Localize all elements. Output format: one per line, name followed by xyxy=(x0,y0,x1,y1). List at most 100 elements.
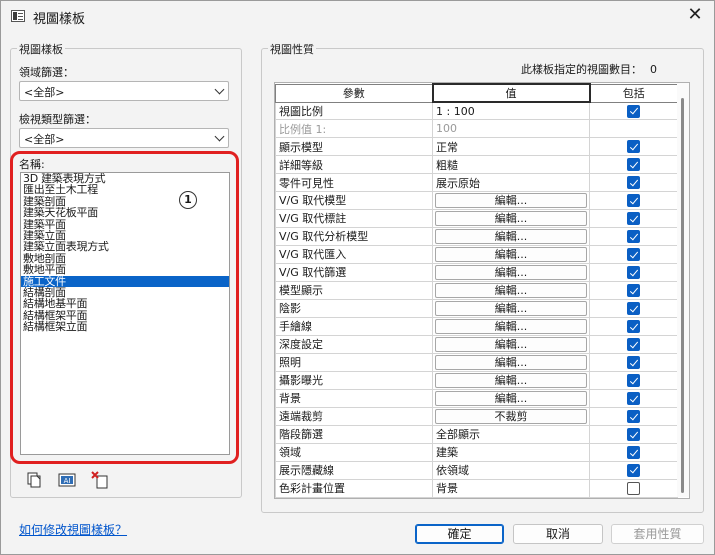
include-checkbox[interactable] xyxy=(627,463,640,477)
rename-button[interactable]: AI xyxy=(56,469,78,489)
include-checkbox[interactable] xyxy=(627,481,640,495)
edit-button[interactable]: 編輯... xyxy=(435,336,587,352)
param-name: 照明 xyxy=(275,352,433,372)
table-row: 零件可見性 展示原始 xyxy=(275,173,678,192)
edit-button[interactable]: 編輯... xyxy=(435,192,587,208)
param-value-cell: 編輯... xyxy=(432,388,590,408)
include-column-header[interactable]: 包括 xyxy=(589,83,678,103)
include-checkbox[interactable] xyxy=(627,248,640,262)
param-value[interactable]: 建築 xyxy=(432,442,590,462)
edit-button[interactable]: 編輯... xyxy=(435,210,587,226)
param-column-header[interactable]: 參數 xyxy=(275,83,433,103)
param-value[interactable]: 背景 xyxy=(432,478,590,498)
include-cell xyxy=(589,101,678,121)
edit-button[interactable]: 編輯... xyxy=(435,264,587,280)
edit-button[interactable]: 編輯... xyxy=(435,318,587,334)
edit-button[interactable]: 編輯... xyxy=(435,372,587,388)
include-checkbox[interactable] xyxy=(627,284,640,298)
include-checkbox[interactable] xyxy=(627,212,640,226)
include-checkbox[interactable] xyxy=(627,392,640,406)
edit-button[interactable]: 編輯... xyxy=(435,300,587,316)
include-checkbox[interactable] xyxy=(627,338,640,352)
include-checkbox[interactable] xyxy=(627,320,640,334)
include-checkbox[interactable] xyxy=(627,266,640,280)
list-item[interactable]: 結構框架立面 xyxy=(21,321,229,332)
include-checkbox[interactable] xyxy=(627,176,640,190)
param-name: 遠端裁剪 xyxy=(275,406,433,426)
param-name: 階段篩選 xyxy=(275,424,433,444)
include-cell xyxy=(589,137,678,157)
edit-button[interactable]: 編輯... xyxy=(435,246,587,262)
ok-button[interactable]: 確定 xyxy=(415,524,504,544)
include-checkbox[interactable] xyxy=(627,230,640,244)
include-cell xyxy=(589,460,678,480)
view-type-filter-select[interactable]: <全部> xyxy=(19,128,229,148)
param-name: 模型顯示 xyxy=(275,280,433,300)
include-checkbox[interactable] xyxy=(627,302,640,316)
include-checkbox[interactable] xyxy=(627,446,640,460)
include-cell xyxy=(589,442,678,462)
edit-button[interactable]: 編輯... xyxy=(435,390,587,406)
template-names-list[interactable]: 3D 建築表現方式 匯出至土木工程 建築剖面 建築天花板平面 建築平面 建築立面 建築立面表… xyxy=(20,172,230,455)
close-icon[interactable]: ✕ xyxy=(684,5,706,27)
edit-button[interactable]: 不裁剪 xyxy=(435,408,587,424)
include-checkbox[interactable] xyxy=(627,356,640,370)
include-checkbox[interactable] xyxy=(627,104,640,118)
param-value[interactable]: 1 : 100 xyxy=(432,101,590,121)
list-item[interactable]: 施工文件 xyxy=(21,275,229,287)
param-value[interactable]: 展示原始 xyxy=(432,173,590,192)
list-item[interactable]: 建築平面 xyxy=(21,219,229,230)
scrollbar-thumb[interactable] xyxy=(681,98,684,493)
param-name: 詳細等級 xyxy=(275,155,433,175)
discipline-filter-label: 領域篩選： xyxy=(19,66,74,79)
include-checkbox[interactable] xyxy=(627,374,640,388)
include-cell xyxy=(589,244,678,264)
delete-icon xyxy=(91,471,108,489)
list-item[interactable]: 建築立面 xyxy=(21,230,229,241)
include-cell xyxy=(589,208,678,228)
list-item[interactable]: 建築立面表現方式 xyxy=(21,241,229,252)
edit-button[interactable]: 編輯... xyxy=(435,228,587,244)
param-value[interactable]: 依領域 xyxy=(432,460,590,480)
list-item[interactable]: 敷地平面 xyxy=(21,264,229,275)
list-item[interactable]: 3D 建築表現方式 xyxy=(21,173,229,184)
list-item[interactable]: 建築天花板平面 xyxy=(21,207,229,218)
apply-properties-button[interactable]: 套用性質 xyxy=(611,524,704,544)
param-name: 陰影 xyxy=(275,298,433,318)
table-row: 遠端裁剪 不裁剪 xyxy=(275,406,678,426)
param-value[interactable]: 全部顯示 xyxy=(432,424,590,444)
include-checkbox[interactable] xyxy=(627,140,640,154)
list-item[interactable]: 結構剖面 xyxy=(21,287,229,298)
include-checkbox[interactable] xyxy=(627,158,640,172)
table-row: 色彩計畫位置 背景 xyxy=(275,478,678,498)
list-item[interactable]: 建築剖面 xyxy=(21,196,229,207)
value-column-header[interactable]: 值 xyxy=(431,83,591,103)
edit-button[interactable]: 編輯... xyxy=(435,354,587,370)
param-value-cell: 編輯... xyxy=(432,208,590,228)
delete-button[interactable] xyxy=(89,469,111,489)
list-item[interactable]: 匯出至土木工程 xyxy=(21,184,229,195)
vertical-scrollbar[interactable] xyxy=(677,83,689,497)
param-value[interactable]: 正常 xyxy=(432,137,590,157)
param-value-cell: 編輯... xyxy=(432,316,590,336)
duplicate-button[interactable] xyxy=(23,469,45,489)
table-row: 詳細等級 粗糙 xyxy=(275,155,678,175)
param-value[interactable]: 粗糙 xyxy=(432,155,590,175)
include-checkbox[interactable] xyxy=(627,194,640,208)
param-name: V/G 取代標註 xyxy=(275,208,433,228)
param-name: V/G 取代匯入 xyxy=(275,244,433,264)
include-checkbox[interactable] xyxy=(627,428,640,442)
list-item[interactable]: 結構框架平面 xyxy=(21,310,229,321)
cancel-button[interactable]: 取消 xyxy=(513,524,603,544)
list-item[interactable]: 敷地剖面 xyxy=(21,253,229,264)
properties-table: 參數 值 包括 視圖比例 1 : 100 比例值 1: 100 顯示模型 正常 詳細等級 粗糙… xyxy=(274,82,690,499)
include-cell xyxy=(589,316,678,336)
include-cell xyxy=(589,190,678,210)
edit-button[interactable]: 編輯... xyxy=(435,282,587,298)
discipline-filter-select[interactable]: <全部> xyxy=(19,81,229,101)
param-name: V/G 取代模型 xyxy=(275,190,433,210)
list-item[interactable]: 結構地基平面 xyxy=(21,298,229,309)
rename-icon: AI xyxy=(58,473,76,487)
include-checkbox[interactable] xyxy=(627,410,640,424)
help-link[interactable]: 如何修改視圖樣板？ xyxy=(19,521,127,538)
